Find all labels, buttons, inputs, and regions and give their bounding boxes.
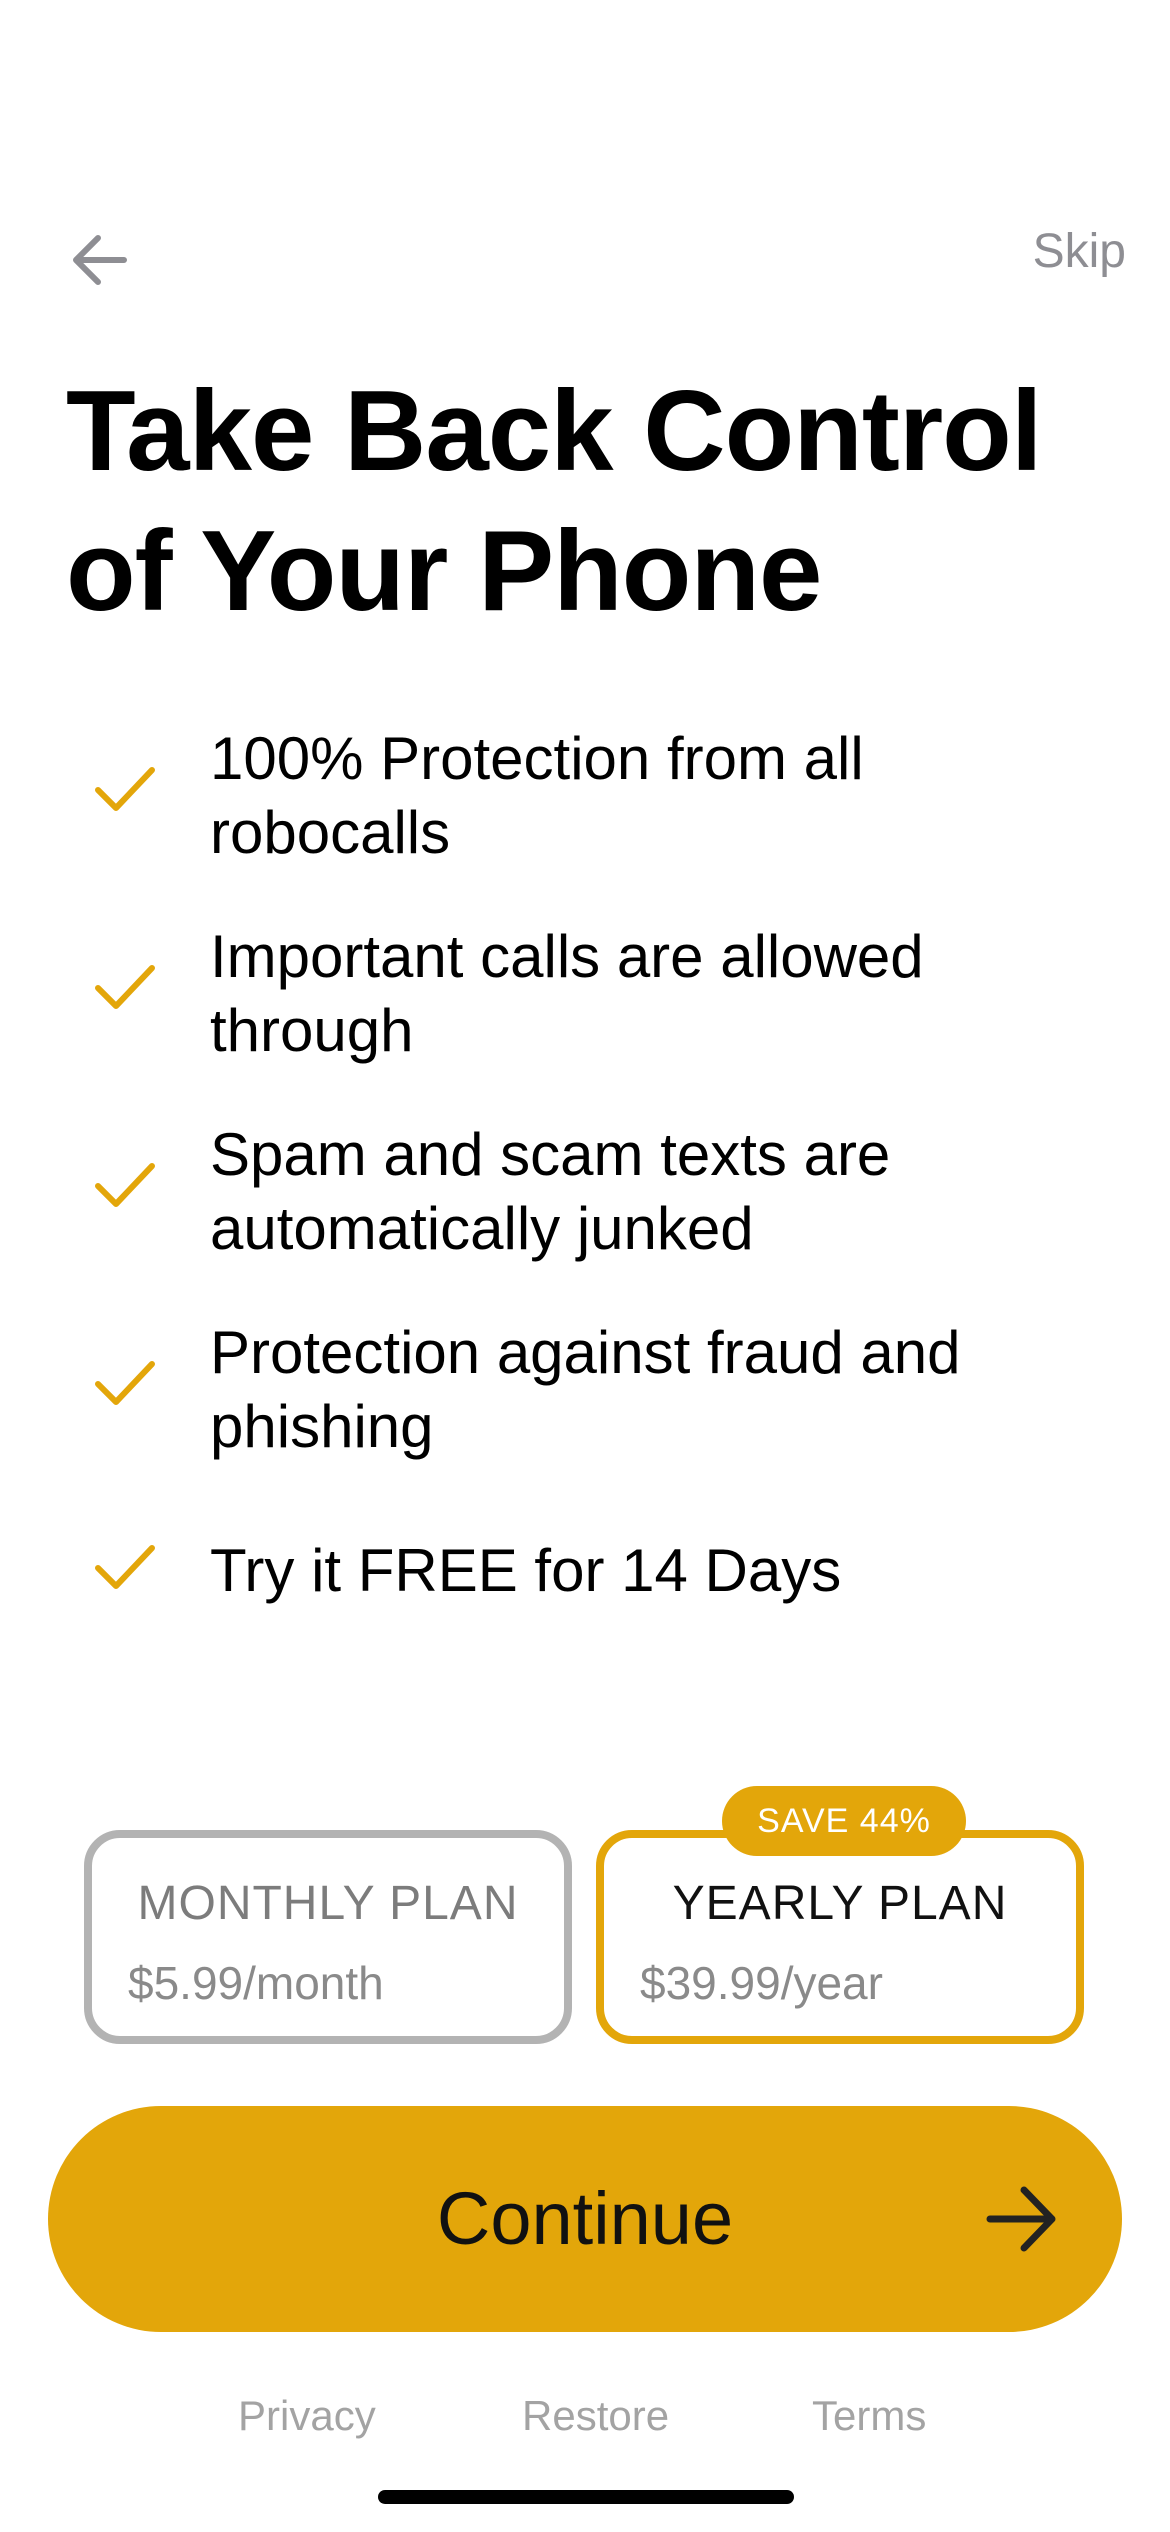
monthly-plan-price: $5.99/month <box>128 1957 384 2009</box>
arrow-left-icon <box>73 235 127 285</box>
feature-text: Protection against fraud and phishing <box>210 1319 961 1460</box>
monthly-plan-option[interactable]: MONTHLY PLAN $5.99/month <box>84 1830 572 2044</box>
privacy-link[interactable]: Privacy <box>238 2392 376 2440</box>
checkmark-icon <box>95 767 155 811</box>
feature-text: 100% Protection from all robocalls <box>210 725 864 866</box>
home-indicator <box>378 2490 794 2504</box>
yearly-plan-price: $39.99/year <box>640 1957 883 2009</box>
continue-label: Continue <box>436 2177 734 2260</box>
feature-text: Important calls are allowed through <box>210 923 924 1064</box>
continue-button[interactable]: Continue <box>48 2106 1122 2332</box>
yearly-plan-title: YEARLY PLAN <box>672 1877 1008 1930</box>
skip-button[interactable]: Skip <box>1033 224 1126 279</box>
monthly-plan-title: MONTHLY PLAN <box>137 1877 519 1930</box>
back-button[interactable] <box>60 220 140 300</box>
checkmark-icon <box>95 1545 155 1589</box>
page-title: Take Back Control of Your Phone <box>66 368 1043 635</box>
feature-text: Spam and scam texts are automatically ju… <box>210 1121 891 1262</box>
checkmark-icon <box>95 965 155 1009</box>
restore-link[interactable]: Restore <box>522 2392 669 2440</box>
feature-text: Try it FREE for 14 Days <box>210 1537 842 1604</box>
terms-link[interactable]: Terms <box>812 2392 926 2440</box>
yearly-plan-option[interactable]: YEARLY PLAN $39.99/year <box>596 1830 1084 2044</box>
checkmark-icon <box>95 1361 155 1405</box>
arrow-right-icon <box>986 2186 1056 2252</box>
checkmark-icon <box>95 1163 155 1207</box>
save-badge: SAVE 44% <box>722 1786 966 1856</box>
